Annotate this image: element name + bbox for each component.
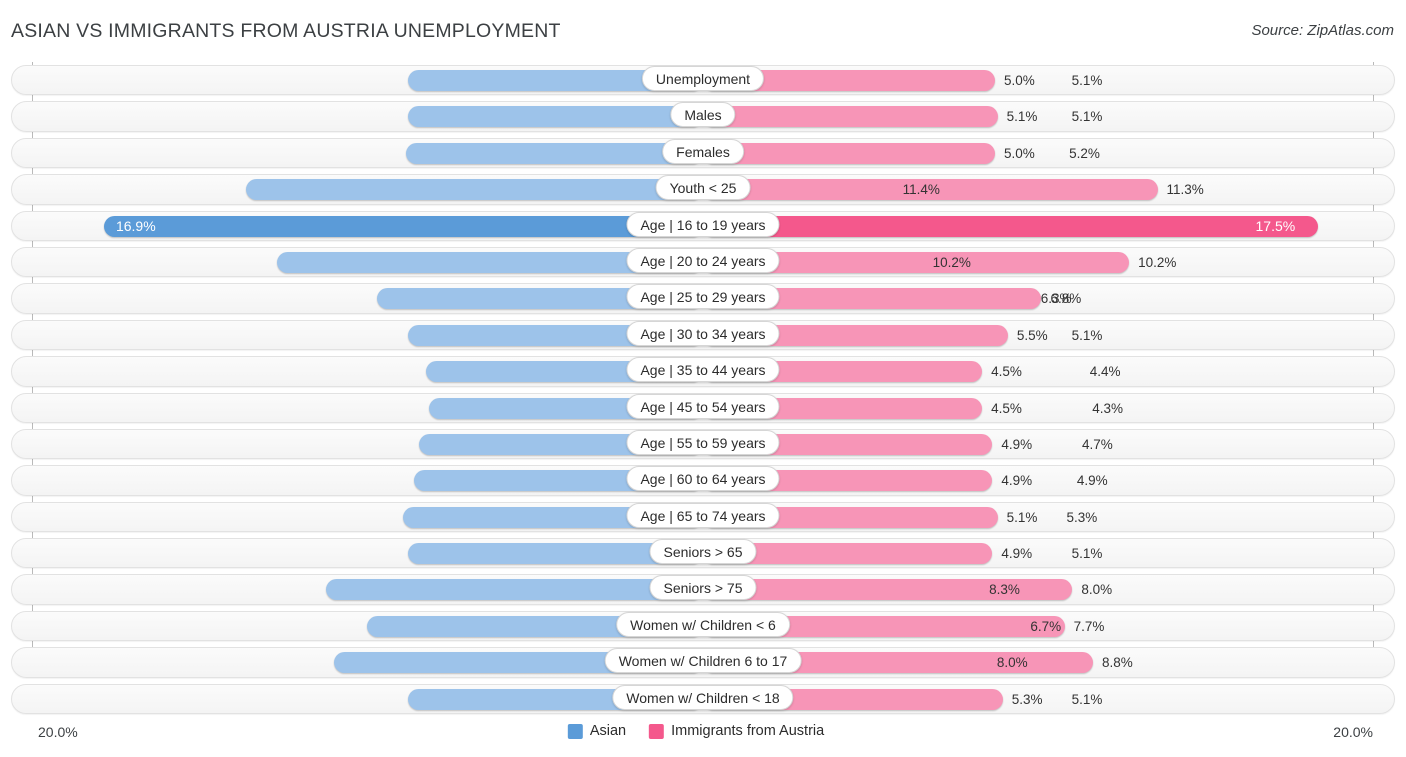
row-category-label: Seniors > 65 (649, 539, 757, 565)
chart-page: ASIAN VS IMMIGRANTS FROM AUSTRIA UNEMPLO… (0, 0, 1406, 757)
legend-swatch-icon (649, 723, 665, 739)
chart-plot-area: 5.1% 5.0% Unemployment 5.1% 5.1% Males 5.2% 5.0… (0, 62, 1406, 717)
value-label-immigrants-from-austria: 4.5% (991, 400, 1022, 416)
legend-label: Asian (589, 723, 627, 739)
chart-row: 4.3% 4.5% Age | 45 to 54 years (0, 390, 1406, 426)
value-label-immigrants-from-austria: 8.8% (1102, 655, 1133, 671)
bar-immigrants-from-austria (703, 142, 995, 164)
page-title: ASIAN VS IMMIGRANTS FROM AUSTRIA UNEMPLO… (11, 20, 561, 42)
row-category-label: Age | 60 to 64 years (626, 466, 780, 492)
row-category-label: Females (662, 138, 744, 164)
value-label-asian: 4.7% (1081, 436, 1113, 452)
value-label-immigrants-from-austria: 7.7% (1073, 618, 1105, 634)
chart-row: 5.1% 5.1% Males (0, 98, 1406, 134)
legend-item[interactable]: Asian (567, 723, 627, 739)
value-label-immigrants-from-austria: 5.1% (1006, 109, 1038, 125)
chart-row: 16.9% 17.5% Age | 16 to 19 years (0, 208, 1406, 244)
chart-row: 5.1% 4.9% Seniors > 65 (0, 535, 1406, 571)
bar-asian (325, 579, 703, 601)
value-label-immigrants-from-austria: 5.0% (1004, 145, 1035, 161)
chart-row: 5.3% 5.1% Age | 65 to 74 years (0, 499, 1406, 535)
chart-row: 5.2% 5.0% Females (0, 135, 1406, 171)
chart-row: 11.4% 11.3% Youth < 25 (0, 171, 1406, 207)
row-category-label: Age | 16 to 19 years (626, 211, 780, 237)
chart-row: 4.7% 4.9% Age | 55 to 59 years (0, 426, 1406, 462)
value-label-asian: 5.3% (1066, 509, 1098, 525)
row-category-label: Seniors > 75 (649, 575, 757, 601)
row-category-label: Age | 30 to 34 years (626, 320, 780, 346)
value-label-asian: 5.1% (1071, 691, 1103, 707)
chart-row: 6.7% 7.7% Women w/ Children < 6 (0, 608, 1406, 644)
value-label-asian: 4.3% (1092, 400, 1124, 416)
chart-row: 5.1% 5.0% Unemployment (0, 62, 1406, 98)
value-label-immigrants-from-austria: 5.1% (1006, 509, 1038, 525)
value-label-immigrants-from-austria: 5.5% (1016, 327, 1048, 343)
chart-footer: 20.0% 20.0% Asian Immigrants from Austria (0, 719, 1406, 749)
value-label-asian: 5.2% (1069, 145, 1100, 161)
row-category-label: Women w/ Children 6 to 17 (604, 648, 802, 674)
source-attribution: Source: ZipAtlas.com (1251, 22, 1394, 39)
value-label-asian: 10.2% (932, 254, 971, 270)
value-label-immigrants-from-austria: 6.8% (1050, 291, 1082, 307)
value-label-immigrants-from-austria: 5.3% (1011, 691, 1043, 707)
row-category-label: Women w/ Children < 6 (616, 611, 790, 637)
chart-row: 5.1% 5.5% Age | 30 to 34 years (0, 317, 1406, 353)
bar-immigrants-from-austria (703, 106, 998, 128)
row-category-label: Age | 45 to 54 years (626, 393, 780, 419)
value-label-immigrants-from-austria: 4.5% (991, 364, 1022, 380)
bar-asian (245, 179, 703, 201)
value-label-asian: 6.7% (1030, 618, 1062, 634)
row-category-label: Youth < 25 (655, 175, 751, 201)
value-label-immigrants-from-austria: 10.2% (1138, 254, 1177, 270)
row-category-label: Age | 55 to 59 years (626, 429, 780, 455)
bar-asian (408, 106, 703, 128)
value-label-asian: 5.1% (1071, 546, 1103, 562)
value-label-asian: 5.1% (1071, 109, 1103, 125)
chart-row: 8.0% 8.8% Women w/ Children 6 to 17 (0, 644, 1406, 680)
bar-asian (103, 215, 703, 237)
value-label-immigrants-from-austria: 5.0% (1004, 73, 1035, 88)
row-category-label: Age | 25 to 29 years (626, 284, 780, 310)
value-label-immigrants-from-austria: 4.9% (1001, 546, 1033, 562)
legend-item[interactable]: Immigrants from Austria (649, 723, 824, 739)
row-category-label: Age | 35 to 44 years (626, 357, 780, 383)
value-label-asian: 5.1% (1071, 73, 1103, 88)
value-label-immigrants-from-austria: 11.3% (1166, 182, 1204, 198)
value-label-immigrants-from-austria: 8.0% (1081, 582, 1113, 598)
bar-immigrants-from-austria (703, 215, 1318, 237)
chart-row: 4.9% 4.9% Age | 60 to 64 years (0, 462, 1406, 498)
value-label-asian: 4.9% (1076, 473, 1108, 489)
value-label-asian: 16.9% (115, 217, 156, 234)
chart-row: 5.1% 5.3% Women w/ Children < 18 (0, 681, 1406, 717)
value-label-immigrants-from-austria: 4.9% (1001, 473, 1033, 489)
axis-min-label: 20.0% (38, 724, 78, 740)
chart-row: 4.4% 4.5% Age | 35 to 44 years (0, 353, 1406, 389)
bar-asian (405, 142, 703, 164)
legend-swatch-icon (567, 723, 583, 739)
chart-row: 10.2% 10.2% Age | 20 to 24 years (0, 244, 1406, 280)
value-label-asian: 4.4% (1089, 364, 1121, 380)
chart-legend: Asian Immigrants from Austria (567, 723, 838, 739)
value-label-asian: 8.0% (996, 655, 1028, 671)
axis-max-label: 20.0% (1333, 724, 1373, 740)
chart-row: 8.3% 8.0% Seniors > 75 (0, 571, 1406, 607)
legend-label: Immigrants from Austria (671, 723, 825, 739)
row-category-label: Women w/ Children < 18 (612, 684, 794, 710)
row-category-label: Males (670, 102, 736, 128)
value-label-immigrants-from-austria: 4.9% (1001, 436, 1033, 452)
chart-row: 6.3% 6.8% Age | 25 to 29 years (0, 280, 1406, 316)
row-category-label: Age | 65 to 74 years (626, 502, 780, 528)
value-label-asian: 8.3% (989, 582, 1020, 598)
value-label-asian: 11.4% (902, 182, 940, 198)
row-category-label: Unemployment (641, 66, 765, 91)
value-label-asian: 5.1% (1071, 327, 1103, 343)
chart-rows: 5.1% 5.0% Unemployment 5.1% 5.1% Males 5.2% 5.0… (0, 62, 1406, 717)
row-category-label: Age | 20 to 24 years (626, 247, 780, 273)
value-label-immigrants-from-austria: 17.5% (1255, 217, 1296, 234)
